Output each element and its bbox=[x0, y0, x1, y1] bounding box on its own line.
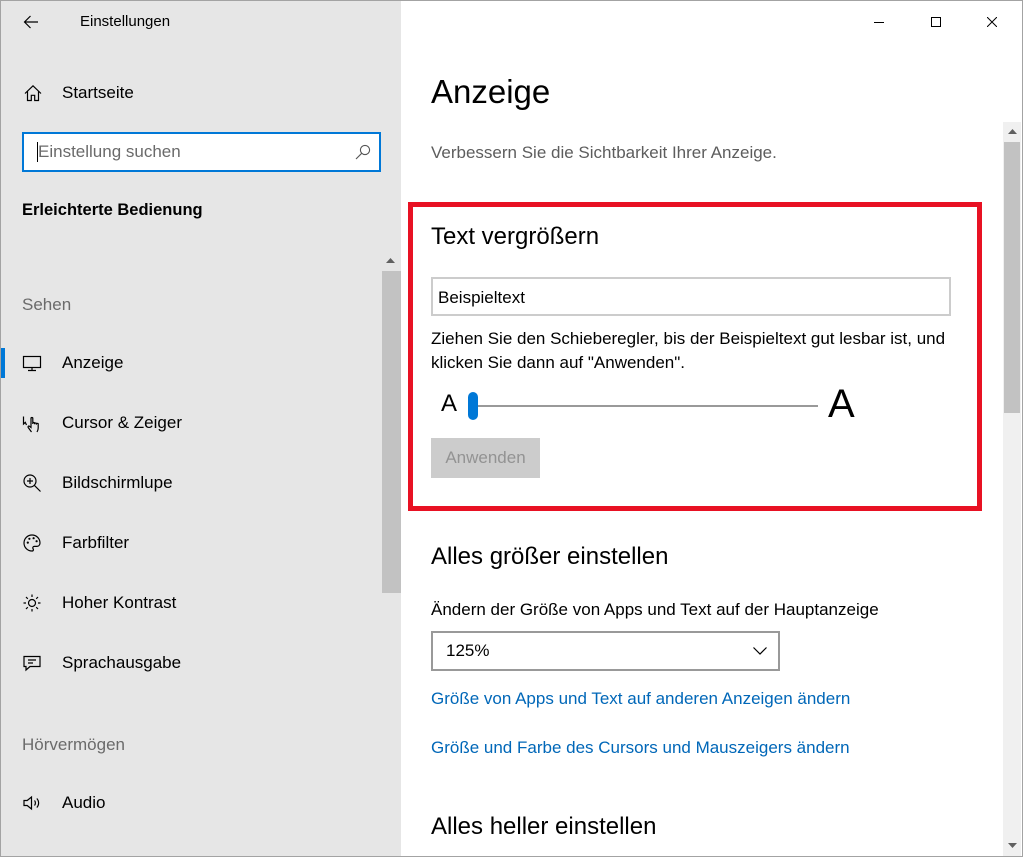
close-button[interactable] bbox=[964, 1, 1021, 43]
text-size-heading: Text vergrößern bbox=[431, 223, 600, 250]
section-header-vision: Sehen bbox=[22, 295, 72, 314]
text-size-slider[interactable] bbox=[468, 391, 823, 421]
slider-min-label: A bbox=[441, 390, 458, 417]
back-arrow-icon bbox=[23, 15, 38, 29]
sidebar-item-magnifier[interactable]: Bildschirmlupe bbox=[1, 453, 381, 513]
sidebar-item-label: Startseite bbox=[62, 83, 134, 102]
back-button[interactable] bbox=[15, 6, 47, 38]
scale-dropdown[interactable]: 125% bbox=[431, 631, 780, 671]
slider-thumb[interactable] bbox=[468, 392, 478, 420]
sidebar-scrollbar[interactable] bbox=[381, 251, 401, 856]
page-title: Anzeige bbox=[431, 73, 551, 110]
sample-text: Beispieltext bbox=[438, 288, 525, 307]
maximize-icon bbox=[931, 17, 941, 27]
slider-instructions: Ziehen Sie den Schieberegler, bis der Be… bbox=[431, 329, 946, 372]
sidebar-item-home[interactable]: Startseite bbox=[1, 71, 381, 115]
bigger-heading: Alles größer einstellen bbox=[431, 543, 669, 570]
maximize-button[interactable] bbox=[908, 1, 965, 43]
apply-button[interactable]: Anwenden bbox=[431, 438, 540, 478]
chevron-down-icon bbox=[753, 647, 767, 655]
settings-window: Einstellungen Startseite Erleichterte Be… bbox=[0, 0, 1023, 857]
slider-max-label: A bbox=[828, 382, 855, 426]
brighter-heading: Alles heller einstellen bbox=[431, 813, 657, 840]
scroll-up-arrow-icon[interactable] bbox=[1007, 128, 1017, 134]
slider-track[interactable] bbox=[473, 405, 818, 407]
speaker-icon bbox=[23, 795, 40, 811]
sidebar-item-label: Audio bbox=[62, 793, 106, 812]
window-title: Einstellungen bbox=[80, 13, 171, 30]
sidebar-item-label: Farbfilter bbox=[62, 533, 130, 552]
scroll-up-arrow-icon[interactable] bbox=[386, 258, 395, 263]
minimize-icon bbox=[874, 22, 884, 23]
sidebar-scrollbar-thumb[interactable] bbox=[382, 271, 401, 593]
scale-label: Ändern der Größe von Apps und Text auf d… bbox=[431, 600, 879, 619]
main-scrollbar[interactable] bbox=[1003, 122, 1021, 856]
other-displays-link[interactable]: Größe von Apps und Text auf anderen Anze… bbox=[431, 687, 850, 711]
search-icon[interactable] bbox=[355, 144, 371, 160]
text-caret bbox=[37, 142, 38, 162]
sidebar-item-cursor[interactable]: Cursor & Zeiger bbox=[1, 393, 381, 453]
main-scrollbar-thumb[interactable] bbox=[1004, 142, 1020, 413]
sidebar-item-color-filter[interactable]: Farbfilter bbox=[1, 513, 381, 573]
sidebar-item-label: Hoher Kontrast bbox=[62, 593, 177, 612]
selection-indicator bbox=[1, 348, 5, 378]
sidebar-item-label: Sprachausgabe bbox=[62, 653, 182, 672]
hand-pointer-icon bbox=[22, 416, 39, 433]
sidebar-item-high-contrast[interactable]: Hoher Kontrast bbox=[1, 573, 381, 633]
home-icon bbox=[24, 84, 42, 102]
highlight-box: Text vergrößern Beispieltext Ziehen Sie … bbox=[408, 202, 982, 511]
close-icon bbox=[987, 17, 997, 27]
sidebar: Einstellungen Startseite Erleichterte Be… bbox=[1, 1, 401, 856]
category-title: Erleichterte Bedienung bbox=[22, 201, 203, 219]
scale-value: 125% bbox=[446, 641, 490, 660]
brightness-icon bbox=[23, 594, 41, 612]
cursor-settings-link[interactable]: Größe und Farbe des Cursors und Mauszeig… bbox=[431, 736, 850, 760]
monitor-icon bbox=[22, 355, 42, 372]
magnifier-plus-icon bbox=[23, 474, 41, 492]
search-input[interactable] bbox=[24, 134, 379, 170]
palette-icon bbox=[23, 534, 41, 552]
sidebar-item-label: Bildschirmlupe bbox=[62, 473, 173, 492]
sidebar-item-label: Cursor & Zeiger bbox=[62, 413, 182, 432]
sidebar-item-narrator[interactable]: Sprachausgabe bbox=[1, 633, 381, 693]
minimize-button[interactable] bbox=[851, 1, 908, 43]
main-content: Anzeige Verbessern Sie die Sichtbarkeit … bbox=[401, 1, 1022, 856]
section-header-hearing: Hörvermögen bbox=[22, 735, 125, 754]
search-box bbox=[22, 132, 381, 172]
scroll-down-arrow-icon[interactable] bbox=[1007, 843, 1017, 848]
narrator-icon bbox=[23, 655, 41, 672]
page-subtitle: Verbessern Sie die Sichtbarkeit Ihrer An… bbox=[431, 143, 777, 162]
sample-text-box: Beispieltext bbox=[431, 277, 951, 316]
sidebar-item-audio[interactable]: Audio bbox=[1, 773, 381, 833]
sidebar-item-display[interactable]: Anzeige bbox=[1, 333, 381, 393]
sidebar-item-label: Anzeige bbox=[62, 353, 124, 372]
